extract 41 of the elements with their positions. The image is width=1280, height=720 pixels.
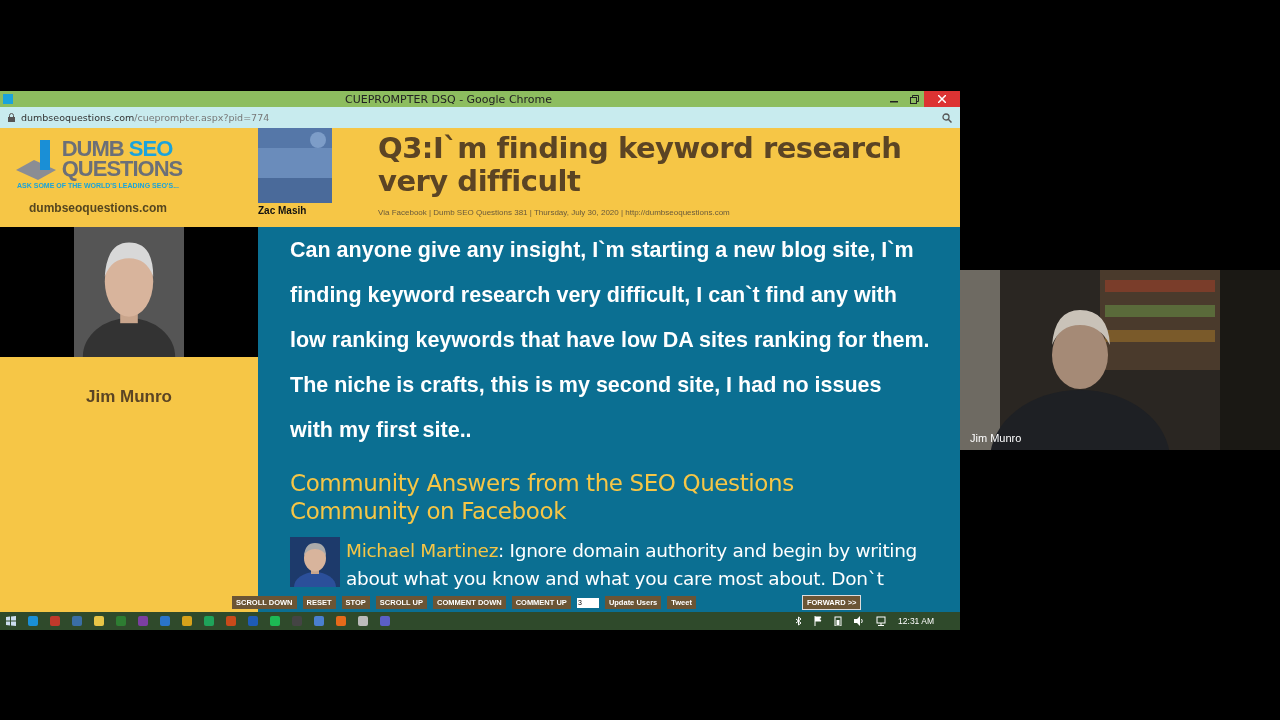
logo-text: DUMB SEO: [61, 139, 174, 159]
window-title: CUEPROMPTER DSQ - Google Chrome: [343, 92, 554, 106]
participant-name: Jim Munro: [970, 432, 1022, 444]
answers-heading: Community Answers from the SEO Questions Community on Facebook: [290, 469, 795, 525]
question-title: Q3:I`m finding keyword research very difficult: [378, 132, 903, 198]
app-icon[interactable]: [116, 616, 126, 626]
network-icon[interactable]: [876, 616, 887, 626]
app-icon[interactable]: [160, 616, 170, 626]
app-icon[interactable]: [270, 616, 280, 626]
flag-icon[interactable]: [814, 616, 823, 626]
start-icon[interactable]: [6, 616, 16, 626]
app-icon[interactable]: [336, 616, 346, 626]
app-icon: [3, 94, 13, 104]
app-icon[interactable]: [204, 616, 214, 626]
site-name: dumbseoquestions.com: [29, 201, 167, 215]
app-icon[interactable]: [314, 616, 324, 626]
asker-name: Zac Masih: [258, 205, 308, 216]
app-icon[interactable]: [72, 616, 82, 626]
logo-text: QUESTIONS: [61, 159, 183, 179]
app-icon[interactable]: [50, 616, 60, 626]
battery-icon[interactable]: [834, 616, 843, 626]
lock-icon: [8, 113, 15, 122]
bluetooth-icon[interactable]: [796, 616, 803, 626]
restore-icon: [909, 94, 919, 104]
app-icon[interactable]: [358, 616, 368, 626]
speaker-icon[interactable]: [854, 616, 865, 626]
close-button[interactable]: [924, 91, 960, 107]
question-text: Can anyone give any insight, I`m starting a new blog site, I`m finding keyword research very difficult, I can`t find any with low ranking keywords that have low DA sites ranking for them. The niche is crafts, this is my second site, I had no issues with my first site..: [290, 237, 930, 444]
app-icon[interactable]: [138, 616, 148, 626]
app-icon[interactable]: [182, 616, 192, 626]
panelist-name: Jim Munro: [86, 387, 172, 408]
app-icon[interactable]: [248, 616, 258, 626]
app-icon[interactable]: [226, 616, 236, 626]
clock-text: 12:31 AM: [898, 616, 934, 626]
answer-text: Michael Martinez: Ignore domain authority and begin by writing about what you know and what you care most about. Don`t: [346, 539, 919, 591]
close-icon: [938, 95, 946, 103]
app-icon[interactable]: [28, 616, 38, 626]
search-icon[interactable]: [942, 112, 952, 123]
app-icon[interactable]: [380, 616, 390, 626]
app-icon[interactable]: [94, 616, 104, 626]
question-meta: Via Facebook | Dumb SEO Questions 381 | Thursday, July 30, 2020 | http://dumbseoquestions.com: [378, 208, 731, 217]
